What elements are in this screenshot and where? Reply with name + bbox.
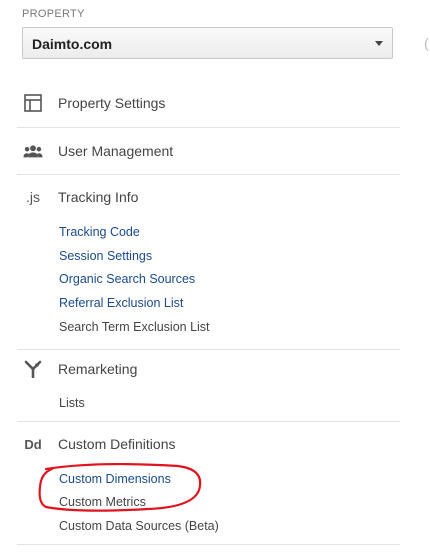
caret-down-icon xyxy=(375,41,383,46)
custom-data-sources-link[interactable]: Custom Data Sources (Beta) xyxy=(59,519,219,533)
layout-icon xyxy=(23,93,43,113)
dd-icon: Dd xyxy=(24,436,42,452)
property-label: PROPERTY xyxy=(22,8,85,20)
custom-dimensions-link[interactable]: Custom Dimensions xyxy=(59,472,171,486)
remarketing-icon xyxy=(23,359,43,379)
partial-edge-icon: ( xyxy=(424,35,429,51)
referral-exclusion-list-link[interactable]: Referral Exclusion List xyxy=(59,296,183,310)
session-settings-link[interactable]: Session Settings xyxy=(59,249,152,263)
users-icon xyxy=(23,141,43,161)
section-property-settings: Property Settings xyxy=(17,80,400,128)
section-remarketing: Remarketing Lists xyxy=(17,349,400,422)
remarketing-header[interactable]: Remarketing xyxy=(17,356,137,382)
tracking-info-title: Tracking Info xyxy=(58,189,139,205)
remarketing-title: Remarketing xyxy=(58,361,138,377)
organic-search-sources-link[interactable]: Organic Search Sources xyxy=(59,272,195,286)
property-dropdown[interactable]: Daimto.com xyxy=(22,27,393,59)
lists-link[interactable]: Lists xyxy=(59,396,85,410)
section-tracking-info: .js Tracking Info Tracking Code Session … xyxy=(17,174,400,350)
property-dropdown-value: Daimto.com xyxy=(32,36,113,52)
search-term-exclusion-list-link[interactable]: Search Term Exclusion List xyxy=(59,320,210,334)
custom-metrics-link[interactable]: Custom Metrics xyxy=(59,495,146,509)
tracking-info-header[interactable]: .js Tracking Info xyxy=(17,184,138,210)
property-settings-title: Property Settings xyxy=(58,95,166,111)
js-icon: .js xyxy=(26,189,40,205)
custom-definitions-header[interactable]: Dd Custom Definitions xyxy=(17,431,175,457)
section-custom-definitions: Dd Custom Definitions Custom Dimensions … xyxy=(17,421,400,545)
property-settings-link[interactable]: Property Settings xyxy=(17,90,165,116)
custom-definitions-title: Custom Definitions xyxy=(58,436,176,452)
user-management-link[interactable]: User Management xyxy=(17,138,173,164)
tracking-code-link[interactable]: Tracking Code xyxy=(59,225,140,239)
section-user-management: User Management xyxy=(17,127,400,175)
user-management-title: User Management xyxy=(58,143,174,159)
